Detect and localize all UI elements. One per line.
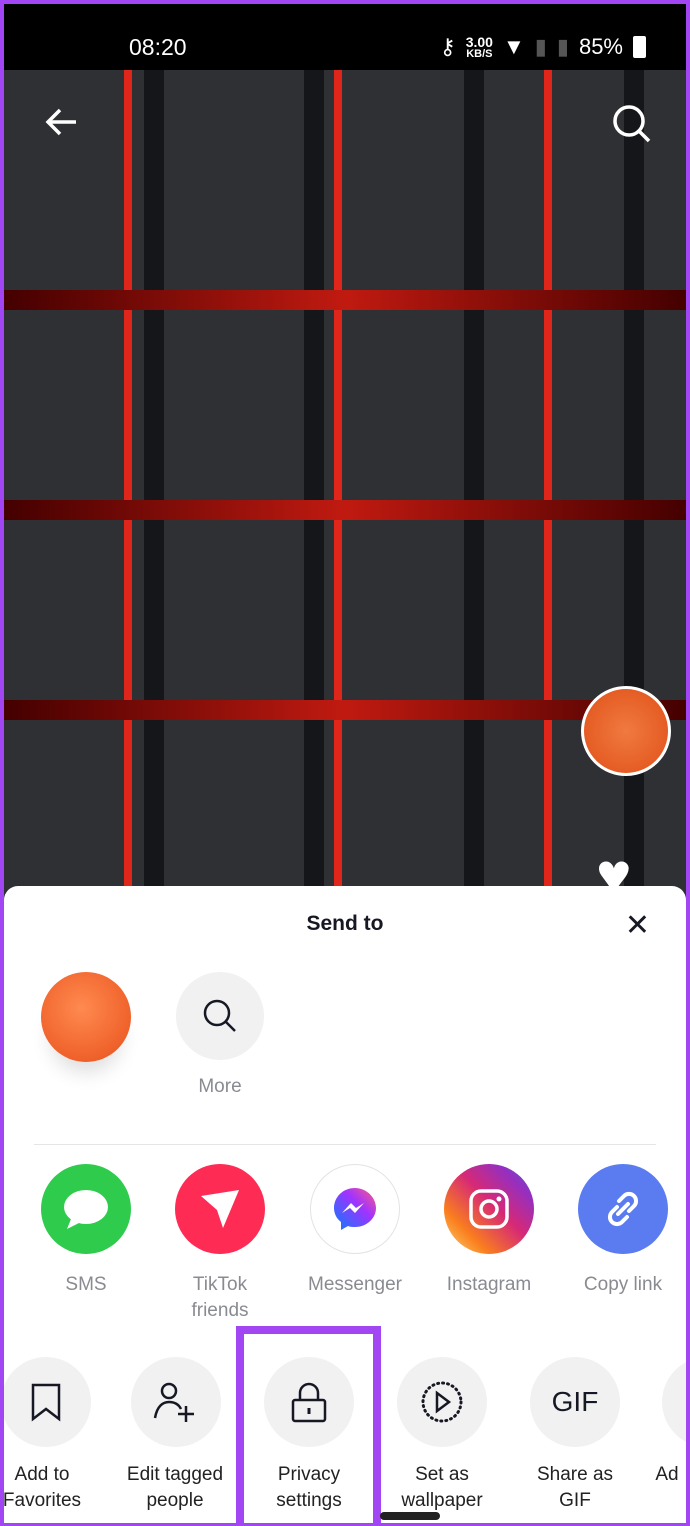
creator-avatar[interactable] bbox=[581, 686, 671, 776]
set-as-wallpaper-button[interactable] bbox=[397, 1357, 487, 1447]
send-icon bbox=[201, 1190, 239, 1228]
tiktok-friends-label: TikTok friends bbox=[191, 1274, 249, 1321]
messenger-icon bbox=[334, 1188, 376, 1230]
sms-label: SMS bbox=[65, 1274, 107, 1295]
no-sim-icon: ▮ bbox=[556, 34, 569, 59]
share-sms[interactable] bbox=[41, 1164, 131, 1254]
set-as-wallpaper-label: Set as wallpaper bbox=[401, 1464, 483, 1511]
bookmark-icon bbox=[31, 1383, 61, 1422]
more-contacts-button[interactable] bbox=[176, 972, 264, 1060]
arrow-left-icon[interactable] bbox=[42, 102, 82, 142]
search-icon bbox=[203, 999, 236, 1032]
home-indicator bbox=[380, 1512, 440, 1520]
link-icon bbox=[607, 1191, 639, 1227]
add-more-label: Ad bbox=[655, 1464, 679, 1485]
battery-icon bbox=[633, 36, 646, 58]
instagram-label: Instagram bbox=[446, 1274, 532, 1295]
instagram-icon bbox=[469, 1189, 509, 1229]
add-to-favorites-button[interactable] bbox=[4, 1357, 91, 1447]
battery-level: 85% bbox=[578, 34, 623, 59]
highlight-box bbox=[236, 1326, 381, 1523]
copy-link-button[interactable] bbox=[578, 1164, 668, 1254]
no-sim-icon: ▮ bbox=[534, 34, 547, 59]
share-messenger[interactable] bbox=[310, 1164, 400, 1254]
close-icon[interactable]: ✕ bbox=[625, 908, 650, 943]
divider bbox=[34, 1144, 656, 1145]
edit-tagged-people-label: Edit tagged people bbox=[126, 1464, 224, 1511]
messenger-label: Messenger bbox=[308, 1274, 402, 1295]
add-to-favorites-label: Add to Favorites bbox=[4, 1464, 82, 1511]
share-tiktok-friends[interactable] bbox=[175, 1164, 265, 1254]
edit-tagged-people-button[interactable] bbox=[131, 1357, 221, 1447]
status-bar: 08:20 ⚷ 3.00 KB/S ▼ ▮ ▮ 85% bbox=[4, 4, 686, 70]
chat-bubble-icon bbox=[64, 1190, 108, 1229]
vpn-key-icon: ⚷ bbox=[439, 34, 456, 59]
share-sheet: Send to ✕ More SMS TikTok friends Messeng… bbox=[4, 886, 686, 1523]
more-label: More bbox=[198, 1076, 242, 1097]
contact-avatar[interactable] bbox=[41, 972, 131, 1062]
video-player[interactable]: ♥ bbox=[4, 70, 686, 908]
clock: 08:20 bbox=[129, 34, 187, 60]
play-circle-dotted-icon bbox=[421, 1381, 463, 1423]
add-more-button[interactable] bbox=[662, 1357, 686, 1447]
share-as-gif-button[interactable]: GIF bbox=[530, 1357, 620, 1447]
wifi-icon: ▼ bbox=[502, 34, 525, 59]
share-instagram[interactable] bbox=[444, 1164, 534, 1254]
sheet-title: Send to bbox=[306, 912, 384, 935]
phone-screen: 08:20 ⚷ 3.00 KB/S ▼ ▮ ▮ 85% ♥ Send to ✕ M… bbox=[4, 4, 686, 1523]
search-icon[interactable] bbox=[610, 102, 654, 146]
copy-link-label: Copy link bbox=[583, 1274, 663, 1295]
net-speed: 3.00 KB/S bbox=[465, 33, 493, 60]
add-person-icon bbox=[153, 1382, 194, 1422]
gif-icon: GIF bbox=[551, 1386, 599, 1417]
